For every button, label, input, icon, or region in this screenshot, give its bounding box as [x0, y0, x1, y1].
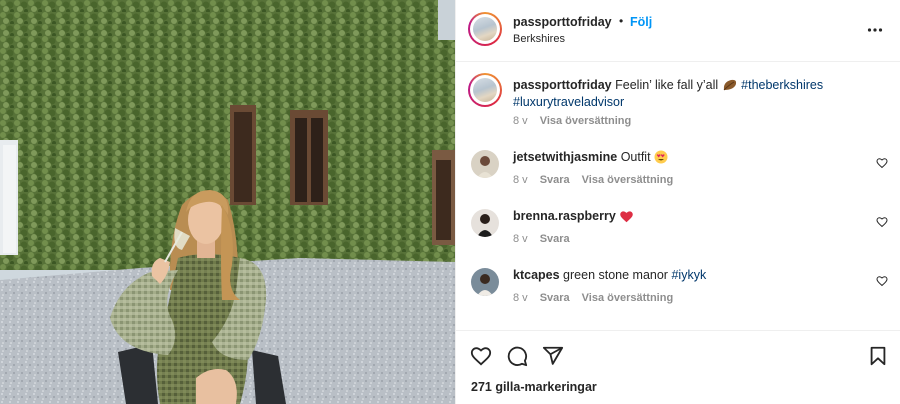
post-panel: passporttofriday • Följ Berkshires passp… [455, 0, 900, 404]
like-comment-icon[interactable] [876, 216, 888, 228]
comment-text: jetsetwithjasmine Outfit [513, 149, 668, 166]
translate-link[interactable]: Visa översättning [582, 174, 674, 186]
instagram-post: passporttofriday • Följ Berkshires passp… [0, 0, 900, 404]
translate-link[interactable]: Visa översättning [582, 292, 674, 304]
comment-time: 8 v [513, 292, 528, 304]
save-bookmark-icon[interactable] [867, 345, 889, 367]
red-heart-emoji [620, 211, 634, 223]
post-photo[interactable] [0, 0, 455, 404]
caption-body: Feelin’ like fall y’all [615, 78, 719, 92]
comment-time: 8 v [513, 174, 528, 186]
like-comment-icon[interactable] [876, 157, 888, 169]
comment-meta: 8 v Svara [513, 233, 582, 245]
caption-text: passporttofriday Feelin’ like fall y’all… [513, 77, 853, 111]
hashtag-link[interactable]: #theberkshires [741, 78, 823, 92]
caption-time: 8 v [513, 115, 528, 127]
comment-meta: 8 v Svara Visa översättning [513, 292, 685, 304]
comment-username[interactable]: ktcapes [513, 268, 560, 282]
header-username[interactable]: passporttofriday [513, 15, 612, 29]
header-avatar[interactable] [468, 12, 502, 46]
leaf-icon [723, 79, 736, 91]
likes-count[interactable]: 271 gilla-markeringar [471, 380, 597, 394]
heart-eyes-emoji [654, 150, 668, 164]
hashtag-link[interactable]: #luxurytraveladvisor [513, 95, 624, 109]
reply-button[interactable]: Svara [540, 292, 570, 304]
hashtag-link[interactable]: #iykyk [671, 268, 706, 282]
reply-button[interactable]: Svara [540, 233, 570, 245]
caption-meta: 8 v Visa översättning [513, 115, 643, 127]
comment-avatar[interactable] [471, 209, 499, 237]
separator-dot: • [619, 14, 624, 28]
translate-link[interactable]: Visa översättning [540, 115, 632, 127]
comment-avatar[interactable] [471, 268, 499, 296]
like-icon[interactable] [470, 345, 492, 367]
comment-body: green stone manor [563, 268, 668, 282]
reply-button[interactable]: Svara [540, 174, 570, 186]
more-options-icon[interactable] [867, 22, 883, 38]
location-link[interactable]: Berkshires [513, 33, 565, 45]
comment-meta: 8 v Svara Visa översättning [513, 174, 685, 186]
comment-time: 8 v [513, 233, 528, 245]
comment-avatar[interactable] [471, 150, 499, 178]
caption-avatar[interactable] [468, 73, 502, 107]
photo-illustration [0, 0, 455, 404]
like-comment-icon[interactable] [876, 275, 888, 287]
comment-body: Outfit [620, 150, 651, 164]
comment-icon[interactable] [506, 345, 528, 367]
share-icon[interactable] [542, 345, 564, 367]
follow-button[interactable]: Följ [630, 15, 652, 29]
caption-username[interactable]: passporttofriday [513, 78, 612, 92]
comment-username[interactable]: jetsetwithjasmine [513, 150, 617, 164]
comment-text: brenna.raspberry [513, 208, 634, 225]
post-header: passporttofriday • Följ Berkshires [456, 0, 900, 62]
comment-username[interactable]: brenna.raspberry [513, 209, 616, 223]
comment-text: ktcapes green stone manor #iykyk [513, 267, 706, 284]
post-actions: 271 gilla-markeringar [456, 330, 900, 404]
